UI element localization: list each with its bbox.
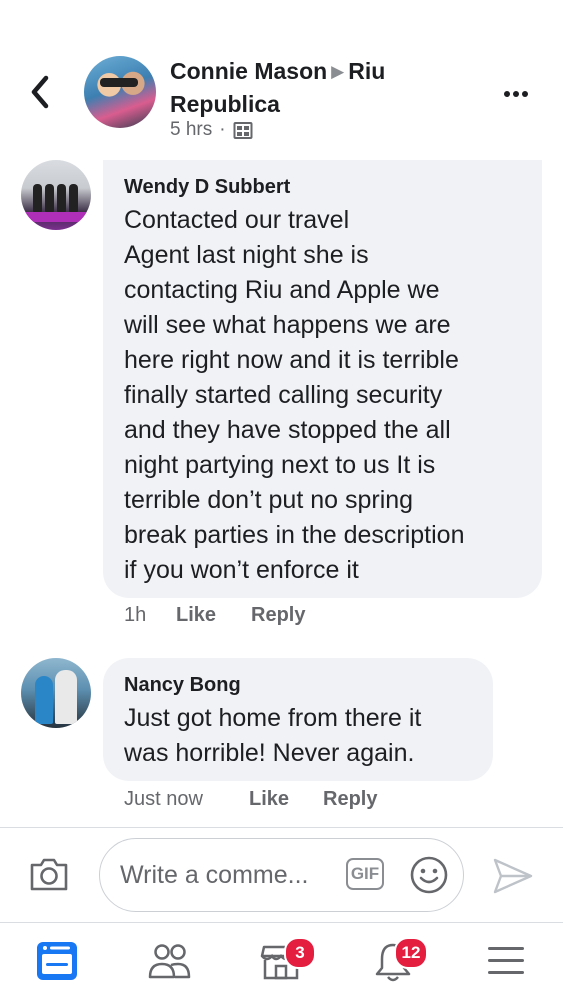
dot-icon (504, 91, 510, 97)
send-icon (493, 858, 533, 894)
dot-icon (513, 91, 519, 97)
comment-text: Contacted our travel Agent last night sh… (124, 206, 465, 584)
commenter-avatar[interactable] (21, 658, 91, 728)
triangle-right-icon: ▶ (331, 62, 345, 81)
menu-icon (488, 947, 524, 974)
marketplace-badge: 3 (284, 937, 316, 969)
meta-separator: · (219, 119, 226, 140)
avatar-photo-detail (35, 676, 53, 724)
camera-icon (30, 858, 68, 891)
like-button[interactable]: Like (249, 788, 323, 811)
avatar-photo-detail (33, 184, 42, 212)
comment-author[interactable]: Nancy Bong (124, 674, 241, 697)
comment-time: 1h (124, 604, 147, 626)
chevron-left-icon (31, 75, 49, 109)
friends-icon (148, 944, 191, 979)
avatar-photo-detail (57, 184, 66, 212)
album-privacy-icon (233, 122, 253, 139)
avatar-photo-detail (100, 78, 138, 87)
nav-friends[interactable] (112, 923, 224, 1001)
avatar-photo-detail (45, 184, 54, 212)
emoji-button[interactable] (409, 855, 449, 895)
comment-text: Just got home from there it was horrible… (124, 704, 422, 767)
comment-input[interactable] (120, 857, 342, 893)
post-header: Connie Mason ▶ Riu Republica 5 hrs · (0, 0, 563, 160)
nav-notifications[interactable]: 12 (336, 923, 448, 1001)
nav-menu[interactable] (448, 923, 560, 1001)
comment-author[interactable]: Wendy D Subbert (124, 176, 290, 199)
comment-time: Just now (124, 788, 203, 810)
bottom-nav: 3 12 (0, 922, 563, 1001)
comment-bubble[interactable]: Nancy Bong Just got home from there it w… (103, 658, 493, 781)
more-options-button[interactable] (504, 84, 536, 100)
reply-button[interactable]: Reply (251, 604, 305, 627)
smiley-icon (410, 856, 448, 894)
nav-news-feed[interactable] (0, 923, 112, 1001)
commenter-avatar[interactable] (21, 160, 91, 230)
author-name[interactable]: Connie Mason (170, 58, 327, 84)
notifications-badge: 12 (394, 937, 428, 969)
comment-bubble[interactable]: Wendy D Subbert Contacted our travel Age… (103, 160, 542, 598)
post-time[interactable]: 5 hrs (170, 119, 212, 141)
avatar-photo-detail (69, 184, 78, 212)
news-feed-icon (37, 942, 77, 980)
author-avatar[interactable] (84, 56, 156, 128)
back-button[interactable] (26, 72, 56, 112)
camera-button[interactable] (28, 855, 70, 893)
post-meta: 5 hrs · (170, 119, 253, 141)
avatar-photo-detail (55, 670, 77, 724)
avatar-photo-detail (21, 212, 91, 222)
reply-button[interactable]: Reply (323, 788, 377, 811)
like-button[interactable]: Like (176, 604, 251, 627)
nav-marketplace[interactable]: 3 (224, 923, 336, 1001)
send-button[interactable] (491, 856, 535, 896)
composer-divider (0, 827, 563, 828)
comment-composer[interactable]: GIF (99, 838, 464, 912)
comment-actions: 1h Like Reply (124, 604, 305, 627)
dot-icon (522, 91, 528, 97)
comment-actions: Just now Like Reply (124, 788, 377, 811)
post-title: Connie Mason ▶ Riu Republica (170, 56, 500, 119)
gif-button[interactable]: GIF (346, 858, 384, 890)
